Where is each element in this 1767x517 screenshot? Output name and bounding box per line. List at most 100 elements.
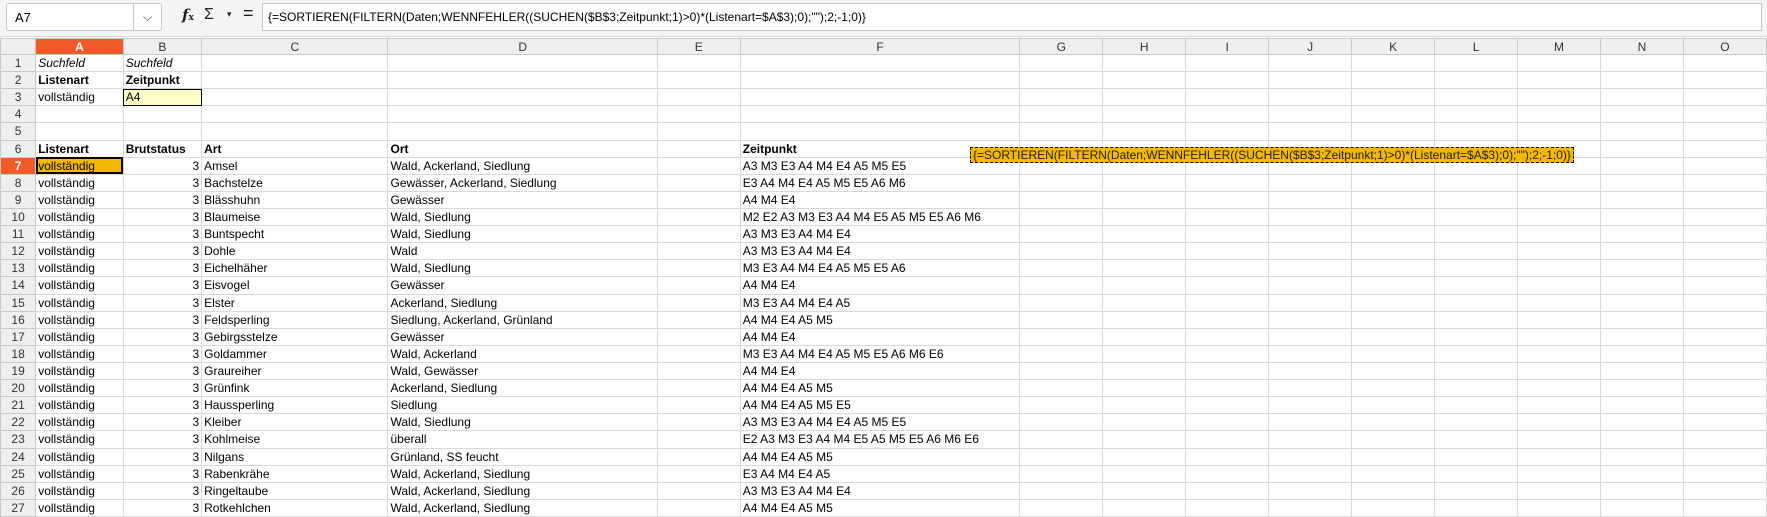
cell[interactable]	[1434, 379, 1519, 398]
cell-art[interactable]: Haussperling	[201, 396, 389, 415]
cell[interactable]	[1682, 156, 1767, 175]
cell[interactable]	[1019, 293, 1104, 312]
cell[interactable]	[1351, 207, 1436, 227]
cell[interactable]	[1434, 105, 1519, 124]
cell[interactable]	[1019, 88, 1104, 107]
column-header[interactable]: O	[1682, 38, 1767, 55]
name-box[interactable]: A7 ⌵	[6, 3, 162, 31]
cell[interactable]	[1599, 447, 1684, 466]
cell[interactable]	[1019, 481, 1104, 500]
cell[interactable]	[1351, 327, 1436, 346]
cell[interactable]	[1019, 122, 1104, 141]
cell[interactable]	[35, 105, 124, 124]
cell[interactable]	[1517, 413, 1601, 432]
cell-art[interactable]: Eichelhäher	[201, 259, 389, 278]
array-formula-cell[interactable]: {=SORTIEREN(FILTERN(Daten;WENNFEHLER((SU…	[970, 147, 1574, 163]
cell[interactable]	[1268, 481, 1353, 500]
cell-brutstatus[interactable]: 3	[122, 361, 203, 381]
cell[interactable]	[1599, 242, 1684, 261]
cell[interactable]	[1517, 225, 1601, 244]
cell[interactable]	[1019, 259, 1104, 278]
cell[interactable]	[1185, 242, 1270, 261]
row-header[interactable]: 25	[0, 464, 37, 483]
cell-brutstatus[interactable]: 3	[122, 464, 203, 483]
cell[interactable]	[1102, 207, 1187, 227]
cell[interactable]	[1599, 105, 1684, 124]
cell[interactable]	[656, 379, 741, 398]
cell[interactable]	[1102, 344, 1187, 363]
cell[interactable]	[1102, 276, 1187, 295]
column-header[interactable]: E	[656, 38, 741, 55]
cell-art[interactable]: Buntspecht	[201, 225, 389, 244]
cell[interactable]	[1268, 430, 1353, 449]
column-header[interactable]: J	[1268, 38, 1353, 55]
cell[interactable]	[1434, 207, 1519, 227]
cell[interactable]	[1682, 207, 1767, 227]
cell[interactable]	[1185, 71, 1270, 90]
cell[interactable]	[1019, 310, 1104, 329]
cell[interactable]	[1351, 53, 1436, 73]
cell[interactable]	[1185, 105, 1270, 124]
cell-listenart[interactable]: vollständig	[35, 498, 124, 517]
cell-ort[interactable]: Wald, Ackerland, Siedlung	[387, 498, 658, 517]
cell[interactable]	[1517, 53, 1601, 73]
column-header[interactable]: N	[1599, 38, 1684, 55]
cell[interactable]	[1682, 53, 1767, 73]
cell-ort[interactable]: Gewässer	[387, 190, 658, 209]
cell[interactable]	[1268, 105, 1353, 124]
cell[interactable]	[656, 207, 741, 227]
cell[interactable]	[1351, 464, 1436, 483]
cell[interactable]	[1599, 310, 1684, 329]
cell-zeitpunkt[interactable]: M3 E3 A4 M4 E4 A5 M5 E5 A6	[739, 259, 1021, 278]
cell[interactable]	[1434, 276, 1519, 295]
cell[interactable]	[1599, 53, 1684, 73]
cell[interactable]	[1268, 396, 1353, 415]
cell-listenart[interactable]: vollständig	[35, 430, 124, 449]
cell[interactable]	[1599, 276, 1684, 295]
cell[interactable]	[1434, 173, 1519, 192]
cell[interactable]	[1102, 173, 1187, 192]
cell[interactable]	[1434, 327, 1519, 346]
row-header[interactable]: 16	[0, 310, 37, 329]
cell-listenart[interactable]: vollständig	[35, 242, 124, 261]
column-header[interactable]: F	[739, 38, 1021, 55]
cell[interactable]	[1682, 361, 1767, 381]
cell[interactable]	[1185, 430, 1270, 449]
row-header[interactable]: 13	[0, 259, 37, 278]
cell[interactable]: Suchfeld	[122, 53, 203, 73]
cell[interactable]	[1019, 379, 1104, 398]
cell-brutstatus[interactable]: 3	[122, 481, 203, 500]
cell[interactable]	[1268, 88, 1353, 107]
cell[interactable]	[1019, 207, 1104, 227]
cell[interactable]	[1102, 293, 1187, 312]
cell-ort[interactable]: Grünland, SS feucht	[387, 447, 658, 466]
cell[interactable]	[1019, 498, 1104, 517]
column-header[interactable]: K	[1351, 38, 1436, 55]
cell[interactable]	[1268, 122, 1353, 141]
column-header[interactable]: D	[387, 38, 658, 55]
cell[interactable]	[1351, 88, 1436, 107]
cell[interactable]	[1351, 190, 1436, 209]
cell-zeitpunkt[interactable]: A4 M4 E4	[739, 361, 1021, 381]
cell-zeitpunkt[interactable]: A4 M4 E4 A5 M5	[739, 447, 1021, 466]
cell-ort[interactable]: Wald, Ackerland, Siedlung	[387, 156, 658, 175]
header-cell-ort[interactable]: Ort	[387, 139, 658, 158]
cell-art[interactable]: Bachstelze	[201, 173, 389, 192]
cell[interactable]	[1019, 105, 1104, 124]
cell[interactable]	[1019, 190, 1104, 209]
cell-ort[interactable]: Ackerland, Siedlung	[387, 293, 658, 312]
cell[interactable]	[739, 122, 1021, 141]
cell[interactable]	[1268, 310, 1353, 329]
cell[interactable]	[1599, 259, 1684, 278]
select-all-corner[interactable]	[0, 38, 37, 55]
column-header[interactable]: C	[201, 38, 389, 55]
cell[interactable]	[1351, 344, 1436, 363]
zeitpunkt-filter-cell[interactable]: A4	[122, 88, 203, 107]
row-header[interactable]: 7	[0, 156, 37, 175]
cell[interactable]	[1019, 447, 1104, 466]
cell[interactable]	[1517, 464, 1601, 483]
cell[interactable]	[1434, 122, 1519, 141]
cell[interactable]	[1268, 379, 1353, 398]
cell[interactable]	[201, 105, 389, 124]
cell[interactable]	[1682, 379, 1767, 398]
